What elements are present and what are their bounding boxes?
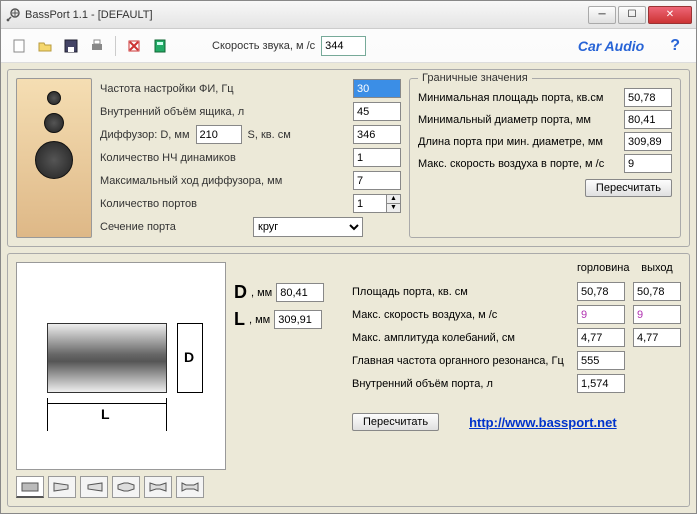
shape-tab-flare1[interactable] [48, 476, 76, 498]
delete-icon[interactable] [124, 36, 144, 56]
shape-tab-cylinder[interactable] [16, 476, 44, 498]
port-area-label: Площадь порта, кв. см [352, 286, 569, 298]
d-input[interactable] [276, 283, 324, 302]
max-amp-label: Макс. амплитуда колебаний, см [352, 332, 569, 344]
num-woofers-label: Количество НЧ динамиков [100, 152, 347, 164]
s-label: S, кв. cм [248, 129, 291, 141]
s-input[interactable] [353, 125, 401, 144]
min-area-output [624, 88, 672, 107]
l-symbol: L [234, 309, 245, 330]
parameters-grid: Частота настройки ФИ, Гц Внутренний объё… [100, 78, 401, 238]
recalc-results-button[interactable]: Пересчитать [352, 413, 439, 431]
titlebar: BassPort 1.1 - [DEFAULT] ─ ☐ ✕ [1, 1, 696, 29]
help-button[interactable]: ? [670, 37, 680, 55]
port-vol-output [577, 374, 625, 393]
tune-freq-label: Частота настройки ФИ, Гц [100, 83, 347, 95]
limits-group: Граничные значения Минимальная площадь п… [409, 78, 681, 238]
max-air-input[interactable] [624, 154, 672, 173]
tune-freq-input[interactable] [353, 79, 401, 98]
spinner-down-icon[interactable]: ▼ [387, 204, 400, 212]
max-amp-1 [577, 328, 625, 347]
print-icon[interactable] [87, 36, 107, 56]
num-woofers-input[interactable] [353, 148, 401, 167]
sound-speed-input[interactable] [321, 36, 366, 56]
sound-speed-label: Скорость звука, м /с [212, 40, 315, 52]
limits-title: Граничные значения [418, 72, 532, 84]
calc-icon[interactable] [150, 36, 170, 56]
app-icon [5, 7, 21, 23]
d-symbol: D [234, 282, 247, 303]
input-panel: Частота настройки ФИ, Гц Внутренний объё… [7, 69, 690, 247]
new-icon[interactable] [9, 36, 29, 56]
diff-d-label: Диффузор: D, мм [100, 129, 190, 141]
shape-tab-flare3[interactable] [112, 476, 140, 498]
xmax-label: Максимальный ход диффузора, мм [100, 175, 347, 187]
car-audio-link[interactable]: Car Audio [578, 38, 644, 54]
close-button[interactable]: ✕ [648, 6, 692, 24]
port-area-2 [633, 282, 681, 301]
max-air-label: Макс. скорость воздуха в порте, м /с [418, 158, 604, 170]
open-icon[interactable] [35, 36, 55, 56]
max-amp-2 [633, 328, 681, 347]
speaker-image [16, 78, 92, 238]
box-vol-input[interactable] [353, 102, 401, 121]
col-exit-label: выход [633, 262, 681, 274]
xmax-input[interactable] [353, 171, 401, 190]
shape-tab-flare5[interactable] [176, 476, 204, 498]
l-input[interactable] [274, 310, 322, 329]
toolbar: Скорость звука, м /с Car Audio ? [1, 29, 696, 63]
organ-output [577, 351, 625, 370]
d-unit: , мм [251, 287, 272, 299]
num-ports-input[interactable] [353, 194, 387, 213]
shape-tab-flare2[interactable] [80, 476, 108, 498]
window-title: BassPort 1.1 - [DEFAULT] [25, 9, 588, 21]
maximize-button[interactable]: ☐ [618, 6, 646, 24]
spinner-up-icon[interactable]: ▲ [387, 195, 400, 204]
max-air-1 [577, 305, 625, 324]
max-air-2 [633, 305, 681, 324]
shape-tab-flare4[interactable] [144, 476, 172, 498]
diff-d-input[interactable] [196, 125, 242, 144]
save-icon[interactable] [61, 36, 81, 56]
num-ports-label: Количество портов [100, 198, 347, 210]
organ-label: Главная частота органного резонанса, Гц [352, 355, 569, 367]
shape-tabs [16, 476, 226, 498]
box-vol-label: Внутренний объём ящика, л [100, 106, 347, 118]
app-window: BassPort 1.1 - [DEFAULT] ─ ☐ ✕ Скорость … [0, 0, 697, 514]
l-unit: , мм [249, 314, 270, 326]
website-link[interactable]: http://www.bassport.net [469, 415, 617, 430]
len-at-min-label: Длина порта при мин. диаметре, мм [418, 136, 603, 148]
minimize-button[interactable]: ─ [588, 6, 616, 24]
min-dia-output [624, 110, 672, 129]
port-vol-label: Внутренний объём порта, л [352, 378, 569, 390]
port-section-select[interactable]: круг [253, 217, 363, 237]
min-area-label: Минимальная площадь порта, кв.см [418, 92, 603, 104]
port-diagram: D L [16, 262, 226, 470]
len-at-min-output [624, 132, 672, 151]
results-panel: D L D , мм L [7, 253, 690, 507]
min-dia-label: Минимальный диаметр порта, мм [418, 114, 591, 126]
recalc-limits-button[interactable]: Пересчитать [585, 179, 672, 197]
max-air-res-label: Макс. скорость воздуха, м /с [352, 309, 569, 321]
col-throat-label: горловина [577, 262, 625, 274]
port-area-1 [577, 282, 625, 301]
